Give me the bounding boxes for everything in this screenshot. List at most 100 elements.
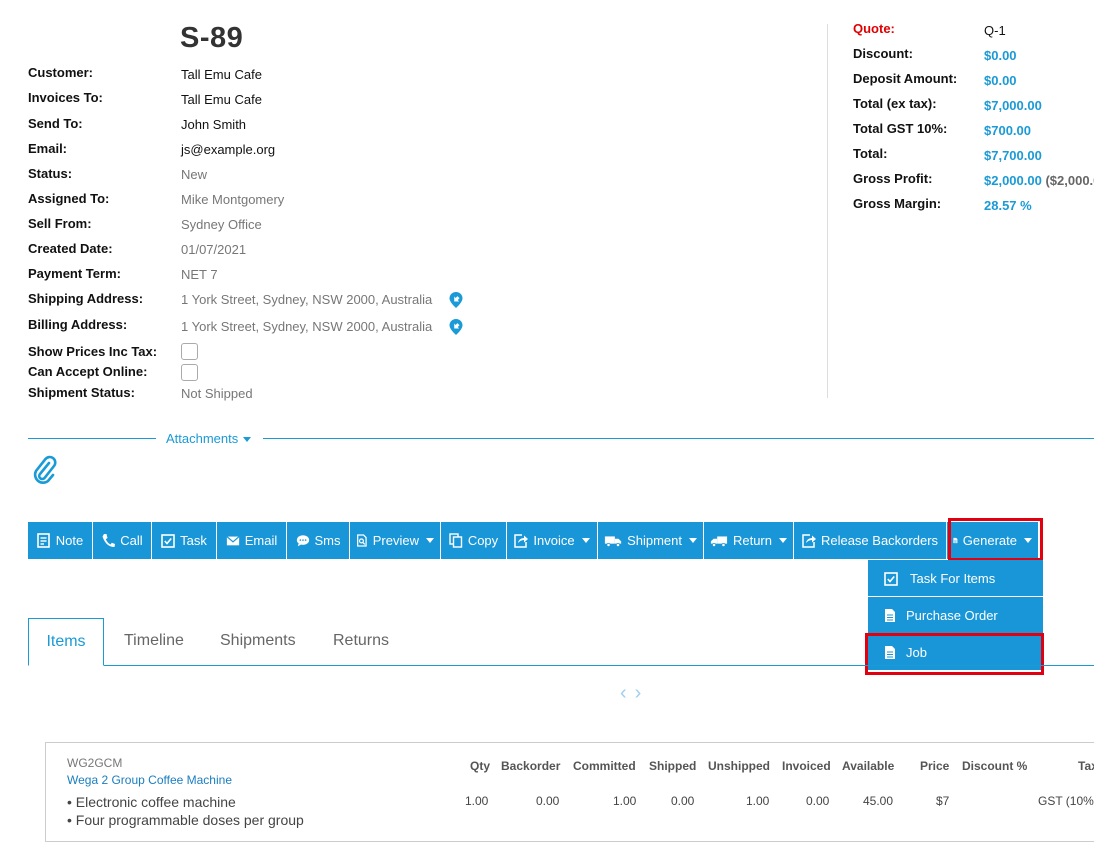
copy-button[interactable]: Copy xyxy=(441,522,507,559)
call-button[interactable]: Call xyxy=(93,522,152,559)
cell-price: $7 xyxy=(936,794,950,808)
return-truck-icon xyxy=(710,536,728,547)
generate-button[interactable]: Generate xyxy=(947,522,1038,559)
send-to-value: John Smith xyxy=(181,117,247,132)
total-value: $7,700.00 xyxy=(984,148,1042,163)
shipping-address-value[interactable]: 1 York Street, Sydney, NSW 2000, Austral… xyxy=(181,292,432,307)
gross-profit-label: Gross Profit: xyxy=(853,171,933,186)
cell-committed: 1.00 xyxy=(613,794,637,808)
note-button[interactable]: Note xyxy=(28,522,93,559)
return-label: Return xyxy=(732,533,772,548)
gross-profit-amount: $2,000.00 xyxy=(984,173,1042,188)
invoice-button[interactable]: Invoice xyxy=(507,522,598,559)
attachments-divider-right xyxy=(263,438,1094,439)
email-label: Email xyxy=(244,533,278,548)
show-prices-inc-tax-checkbox[interactable] xyxy=(181,343,198,360)
export-icon xyxy=(514,534,529,548)
quote-label: Quote: xyxy=(853,21,895,36)
total-ex-tax-label: Total (ex tax): xyxy=(853,96,937,111)
gross-margin-label: Gross Margin: xyxy=(853,196,942,211)
task-button[interactable]: Task xyxy=(152,522,217,559)
created-date-value[interactable]: 01/07/2021 xyxy=(181,242,246,257)
customer-value: Tall Emu Cafe xyxy=(181,67,262,82)
deposit-amount-value: $0.00 xyxy=(984,73,1017,88)
can-accept-online-checkbox[interactable] xyxy=(181,364,198,381)
invoices-to-value: Tall Emu Cafe xyxy=(181,92,262,107)
quote-value[interactable]: Q-1 xyxy=(984,23,1006,38)
cell-invoiced: 0.00 xyxy=(806,794,830,808)
paperclip-icon[interactable] xyxy=(33,455,57,490)
item-code: WG2GCM xyxy=(67,756,123,770)
generate-label: Generate xyxy=(962,533,1017,548)
tab-items[interactable]: Items xyxy=(28,618,104,666)
sms-button[interactable]: Sms xyxy=(287,522,350,559)
gross-profit-value: $2,000.00 ($2,000.0 xyxy=(984,173,1094,188)
can-accept-online-label: Can Accept Online: xyxy=(28,364,148,379)
column-header-unshipped: Unshipped xyxy=(708,759,770,773)
item-description-line: • Four programmable doses per group xyxy=(67,812,304,828)
return-button[interactable]: Return xyxy=(704,522,794,559)
cell-available: 45.00 xyxy=(863,794,894,808)
release-backorders-button[interactable]: Release Backorders xyxy=(794,522,947,559)
map-pin-icon[interactable] xyxy=(449,319,463,335)
release-icon xyxy=(802,534,816,548)
menu-item-label: Purchase Order xyxy=(906,607,998,623)
discount-label: Discount: xyxy=(853,46,913,61)
order-number: S-89 xyxy=(180,22,244,54)
tab-timeline[interactable]: Timeline xyxy=(124,632,184,650)
document-icon xyxy=(953,537,958,544)
document-icon xyxy=(885,608,895,622)
item-description-line: • Electronic coffee machine xyxy=(67,794,236,810)
generate-dropdown-menu: Task For Items Purchase Order Job xyxy=(868,560,1043,671)
action-toolbar: Note Call Task Email Sms Preview Copy In… xyxy=(28,522,1038,559)
shipping-address-label: Shipping Address: xyxy=(28,291,144,306)
preview-button[interactable]: Preview xyxy=(350,522,441,559)
envelope-icon xyxy=(226,536,240,546)
cell-shipped: 0.00 xyxy=(671,794,695,808)
shipment-button[interactable]: Shipment xyxy=(598,522,704,559)
sell-from-value[interactable]: Sydney Office xyxy=(181,217,262,232)
invoice-label: Invoice xyxy=(533,533,575,548)
caret-down-icon xyxy=(1024,538,1032,543)
billing-address-value[interactable]: 1 York Street, Sydney, NSW 2000, Austral… xyxy=(181,319,432,334)
total-ex-tax-value: $7,000.00 xyxy=(984,98,1042,113)
menu-item-purchase-order[interactable]: Purchase Order xyxy=(868,597,1043,634)
note-icon xyxy=(36,533,50,548)
deposit-amount-label: Deposit Amount: xyxy=(853,71,958,86)
tabs-divider xyxy=(28,665,1094,666)
item-name-link[interactable]: Wega 2 Group Coffee Machine xyxy=(67,773,232,787)
assigned-to-value[interactable]: Mike Montgomery xyxy=(181,192,284,207)
discount-value: $0.00 xyxy=(984,48,1017,63)
tab-returns[interactable]: Returns xyxy=(333,632,389,650)
show-prices-inc-tax-label: Show Prices Inc Tax: xyxy=(28,344,158,359)
caret-down-icon xyxy=(689,538,697,543)
next-page-button[interactable]: › xyxy=(635,682,650,704)
total-gst-value: $700.00 xyxy=(984,123,1031,138)
column-divider xyxy=(827,24,828,398)
column-header-price: Price xyxy=(920,759,950,773)
column-header-backorder: Backorder xyxy=(501,759,561,773)
column-header-shipped: Shipped xyxy=(649,759,697,773)
caret-down-icon xyxy=(581,538,590,543)
gross-profit-extra: ($2,000.0 xyxy=(1045,173,1094,188)
task-label: Task xyxy=(180,533,207,548)
map-pin-icon[interactable] xyxy=(449,292,463,308)
menu-item-task-for-items[interactable]: Task For Items xyxy=(868,560,1043,597)
billing-address-label: Billing Address: xyxy=(28,317,128,332)
cell-backorder: 0.00 xyxy=(536,794,560,808)
task-icon xyxy=(161,534,175,548)
assigned-to-label: Assigned To: xyxy=(28,191,110,206)
payment-term-value[interactable]: NET 7 xyxy=(181,267,218,282)
status-value[interactable]: New xyxy=(181,167,207,182)
status-label: Status: xyxy=(28,166,73,181)
created-date-label: Created Date: xyxy=(28,241,113,256)
prev-page-button[interactable]: ‹ xyxy=(620,682,635,704)
column-header-discount: Discount % xyxy=(962,759,1028,773)
caret-down-icon xyxy=(426,538,434,543)
email-button[interactable]: Email xyxy=(217,522,287,559)
note-label: Note xyxy=(55,533,84,548)
tab-shipments[interactable]: Shipments xyxy=(220,632,296,650)
total-label: Total: xyxy=(853,146,888,161)
copy-label: Copy xyxy=(467,533,499,548)
attachments-toggle[interactable]: Attachments xyxy=(166,431,252,446)
